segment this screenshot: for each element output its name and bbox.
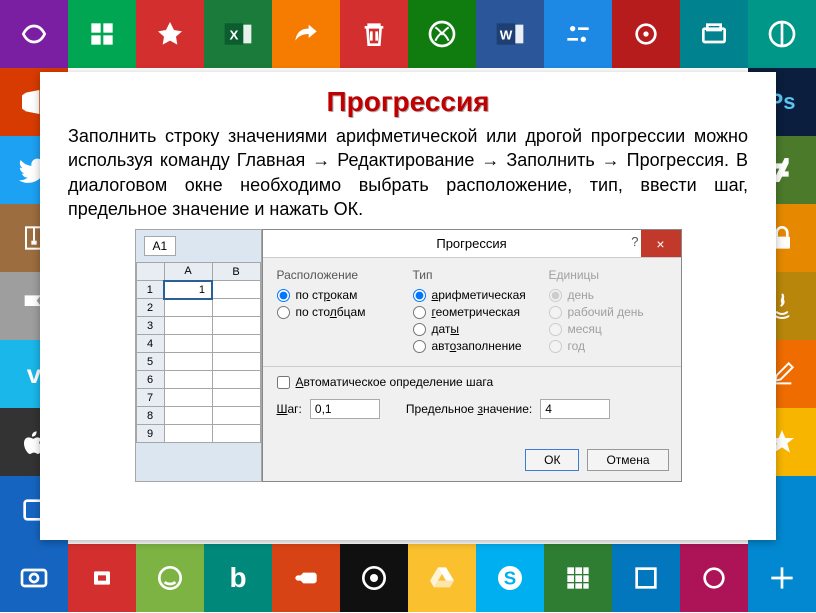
row-header[interactable]: 9	[136, 425, 164, 443]
radio-rows[interactable]: по строкам	[277, 288, 395, 302]
col-header[interactable]: B	[212, 263, 260, 281]
slide-body-text: Заполнить строку значениями арифметическ…	[68, 124, 748, 221]
settings-icon	[544, 0, 612, 68]
progression-dialog: Прогрессия ? × Расположение по строкам п…	[262, 229, 682, 482]
radio-workday: рабочий день	[549, 305, 667, 319]
row-header[interactable]: 6	[136, 371, 164, 389]
cell[interactable]	[212, 353, 260, 371]
row-header[interactable]: 7	[136, 389, 164, 407]
cell[interactable]	[212, 317, 260, 335]
xbox-icon	[408, 0, 476, 68]
name-box[interactable]: A1	[144, 236, 177, 256]
cell-a1[interactable]: 1	[164, 281, 212, 299]
cell[interactable]	[212, 335, 260, 353]
tile-icon	[748, 0, 816, 68]
location-group: Расположение по строкам по столбцам	[277, 268, 395, 356]
units-group: Единицы день рабочий день месяц год	[549, 268, 667, 356]
skype-icon: S	[476, 544, 544, 612]
word-icon: W	[476, 0, 544, 68]
tile-icon	[68, 544, 136, 612]
cell[interactable]	[164, 425, 212, 443]
tile-icon	[136, 544, 204, 612]
tile-icon	[340, 544, 408, 612]
svg-text:W: W	[500, 27, 513, 42]
row-header[interactable]: 3	[136, 317, 164, 335]
close-button[interactable]: ×	[641, 230, 681, 257]
radio-geometric[interactable]: геометрическая	[413, 305, 531, 319]
drive-icon	[408, 544, 476, 612]
share-icon	[272, 0, 340, 68]
dialog-title-text: Прогрессия	[436, 236, 506, 251]
grid-icon	[544, 544, 612, 612]
trash-icon	[340, 0, 408, 68]
cell[interactable]	[164, 353, 212, 371]
step-label: Шаг:	[277, 402, 302, 416]
tile-icon	[0, 0, 68, 68]
radio-year: год	[549, 339, 667, 353]
row-header[interactable]: 5	[136, 353, 164, 371]
svg-text:X: X	[230, 27, 239, 42]
type-group: Тип арифметическая геометрическая даты а…	[413, 268, 531, 356]
tile-icon	[136, 0, 204, 68]
ok-button[interactable]: ОК	[525, 449, 579, 471]
radio-dates[interactable]: даты	[413, 322, 531, 336]
slide-content: Прогрессия Заполнить строку значениями а…	[40, 72, 776, 540]
cell[interactable]	[212, 371, 260, 389]
help-button[interactable]: ?	[631, 234, 638, 249]
dialog-titlebar: Прогрессия ? ×	[263, 230, 681, 258]
excel-icon: X	[204, 0, 272, 68]
tile-icon	[68, 0, 136, 68]
group-label: Единицы	[549, 268, 667, 282]
cell[interactable]	[164, 371, 212, 389]
limit-label: Предельное значение:	[406, 402, 532, 416]
cell[interactable]	[212, 425, 260, 443]
radio-month: месяц	[549, 322, 667, 336]
cell[interactable]	[164, 317, 212, 335]
radio-arithmetic[interactable]: арифметическая	[413, 288, 531, 302]
tile-icon	[680, 0, 748, 68]
row-header[interactable]: 4	[136, 335, 164, 353]
cancel-button[interactable]: Отмена	[587, 449, 668, 471]
tile-icon	[272, 544, 340, 612]
row-header[interactable]: 2	[136, 299, 164, 317]
row-header[interactable]: 8	[136, 407, 164, 425]
tile-icon	[748, 544, 816, 612]
tile-icon	[0, 544, 68, 612]
cell[interactable]	[212, 407, 260, 425]
auto-step-checkbox[interactable]: Автоматическое определение шага	[277, 375, 667, 389]
cell[interactable]	[212, 389, 260, 407]
svg-text:S: S	[504, 568, 516, 589]
step-input[interactable]	[310, 399, 380, 419]
cell[interactable]	[164, 335, 212, 353]
demo-area: A1 AB 11 2 3 4 5 6 7 8 9 Прогрессия ? ×	[68, 229, 748, 482]
radio-autofill[interactable]: автозаполнение	[413, 339, 531, 353]
cell[interactable]	[212, 299, 260, 317]
tile-icon: b	[204, 544, 272, 612]
group-label: Тип	[413, 268, 531, 282]
cell[interactable]	[164, 299, 212, 317]
tile-icon	[612, 0, 680, 68]
radio-cols[interactable]: по столбцам	[277, 305, 395, 319]
limit-input[interactable]	[540, 399, 610, 419]
cell[interactable]	[212, 281, 260, 299]
tile-icon	[612, 544, 680, 612]
radio-day: день	[549, 288, 667, 302]
slide-title: Прогрессия	[68, 86, 748, 118]
row-header[interactable]: 1	[136, 281, 164, 299]
excel-spreadsheet: A1 AB 11 2 3 4 5 6 7 8 9	[135, 229, 262, 482]
group-label: Расположение	[277, 268, 395, 282]
col-header[interactable]: A	[164, 263, 212, 281]
cell[interactable]	[164, 407, 212, 425]
tile-icon	[680, 544, 748, 612]
cell[interactable]	[164, 389, 212, 407]
